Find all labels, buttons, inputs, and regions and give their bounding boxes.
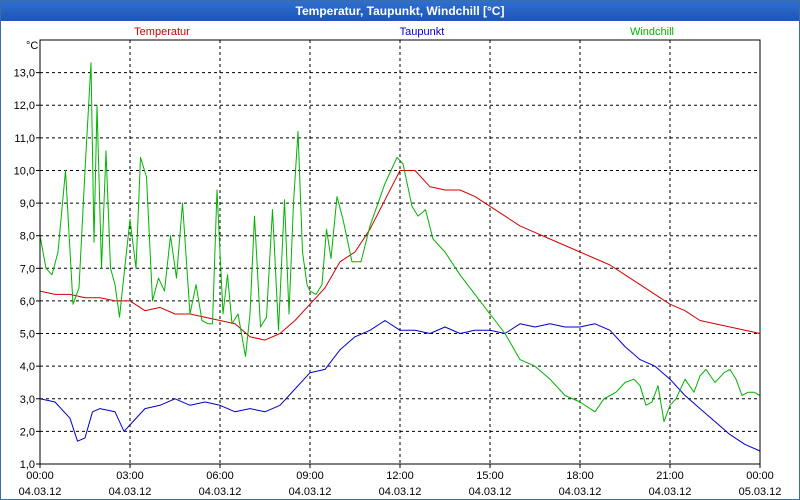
y-tick-label: 7,0: [20, 263, 35, 275]
legend-label-windchill: Windchill: [630, 26, 674, 38]
x-tick-label-time: 21:00: [656, 470, 684, 482]
axes: 1,02,03,04,05,06,07,08,09,010,011,012,01…: [14, 40, 782, 498]
x-tick-label-time: 03:00: [116, 470, 144, 482]
x-tick-label-date: 04.03.12: [199, 486, 242, 498]
y-tick-label: 12,0: [14, 100, 35, 112]
x-tick-label-date: 04.03.12: [559, 486, 602, 498]
legend-label-temperatur: Temperatur: [134, 26, 190, 38]
y-tick-label: 11,0: [14, 133, 35, 145]
x-tick-label-date: 04.03.12: [469, 486, 512, 498]
legend: Temperatur Taupunkt Windchill: [134, 26, 674, 38]
y-tick-label: 8,0: [20, 231, 35, 243]
y-tick-label: 6,0: [20, 296, 35, 308]
y-axis-label: °C: [26, 40, 38, 52]
line-chart: 1,02,03,04,05,06,07,08,09,010,011,012,01…: [14, 26, 782, 498]
x-tick-label-time: 18:00: [566, 470, 594, 482]
series-line-temperatur: [39, 170, 761, 341]
legend-label-taupunkt: Taupunkt: [400, 26, 445, 38]
x-tick-label-time: 09:00: [296, 470, 324, 482]
x-tick-label-time: 15:00: [476, 470, 504, 482]
y-tick-label: 9,0: [20, 198, 35, 210]
y-tick-label: 10,0: [14, 165, 35, 177]
x-tick-label-date: 05.03.12: [739, 486, 782, 498]
x-tick-label-date: 04.03.12: [649, 486, 692, 498]
x-tick-label-time: 00:00: [746, 470, 774, 482]
x-tick-label-time: 00:00: [26, 470, 54, 482]
x-tick-label-date: 04.03.12: [289, 486, 332, 498]
x-tick-label-date: 04.03.12: [19, 486, 62, 498]
x-tick-label-time: 06:00: [206, 470, 234, 482]
y-tick-label: 3,0: [20, 394, 35, 406]
x-tick-label-date: 04.03.12: [379, 486, 422, 498]
grid: [40, 40, 760, 464]
y-tick-label: 13,0: [14, 68, 35, 80]
x-tick-label-date: 04.03.12: [109, 486, 152, 498]
x-tick-label-time: 12:00: [386, 470, 414, 482]
y-tick-label: 2,0: [20, 426, 35, 438]
y-tick-label: 4,0: [20, 361, 35, 373]
series-line-windchill: [39, 62, 761, 423]
y-tick-label: 5,0: [20, 329, 35, 341]
